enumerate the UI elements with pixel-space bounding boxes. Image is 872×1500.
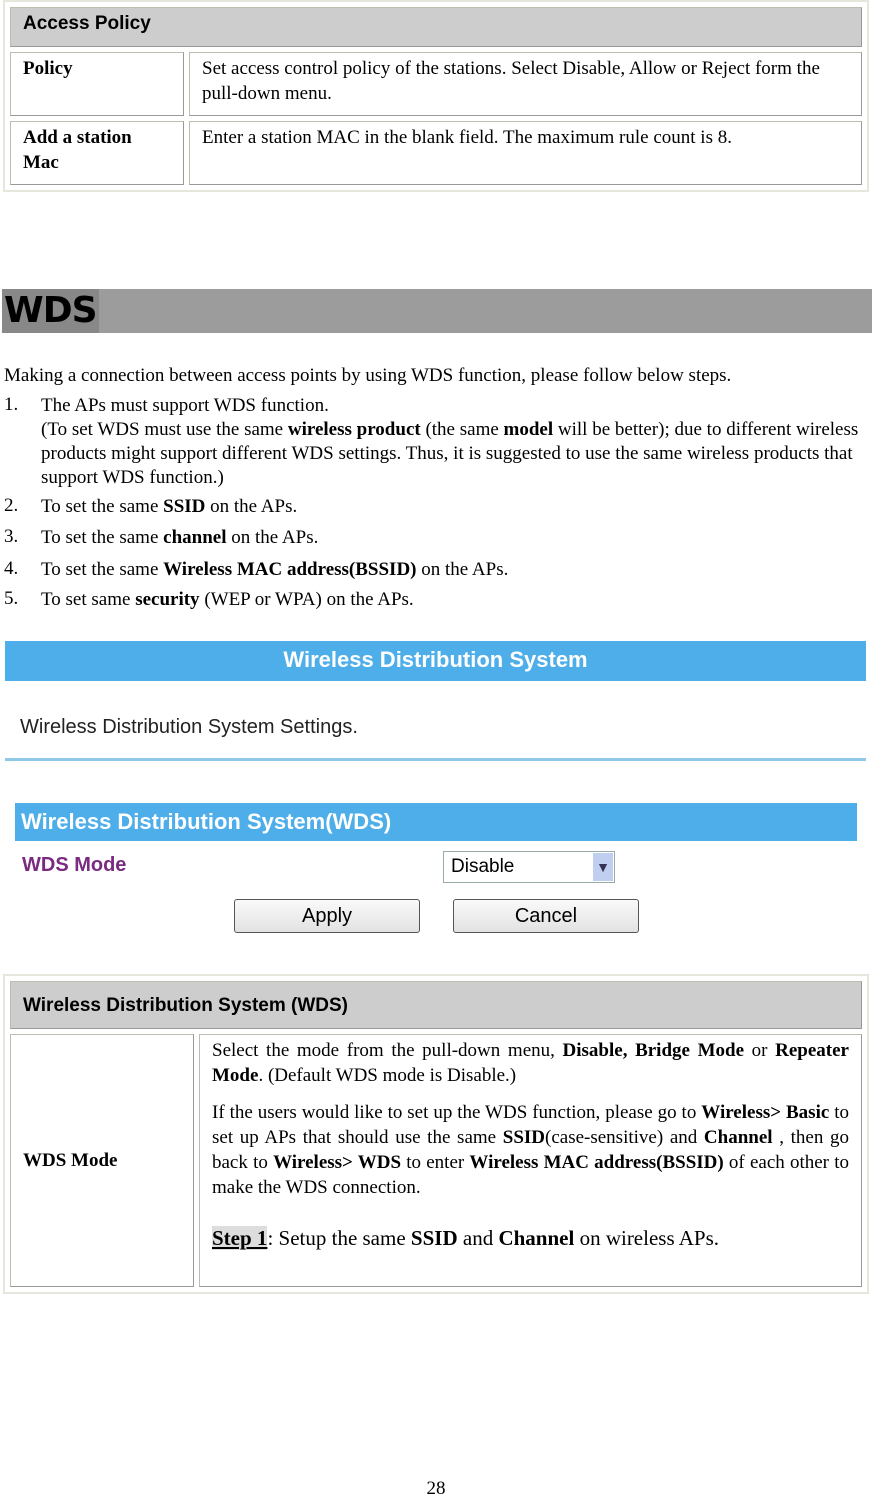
section-heading: WDS	[2, 289, 872, 333]
cancel-button[interactable]: Cancel	[453, 899, 639, 933]
text-segment: The APs must support WDS function.	[41, 395, 329, 416]
text-segment: Wireless> Basic	[701, 1102, 830, 1123]
row-label: Add a station Mac	[10, 121, 184, 185]
step-number: 1.	[4, 394, 19, 415]
setup-description: If the users would like to set up the WD…	[212, 1100, 849, 1200]
text-segment: on the APs.	[205, 496, 298, 517]
row-label: WDS Mode	[10, 1034, 194, 1287]
page-number: 28	[426, 1478, 446, 1499]
text-segment: To set the same	[41, 527, 164, 548]
text-segment: and	[457, 1226, 499, 1250]
text-segment: to enter	[401, 1152, 470, 1173]
wds-mode-label: WDS Mode	[22, 854, 127, 876]
text-segment: Channel	[498, 1226, 575, 1250]
text-segment: Channel	[703, 1127, 773, 1148]
text-segment: on the APs.	[226, 527, 319, 548]
text-segment: model	[503, 419, 554, 440]
text-segment: wireless product	[287, 419, 421, 440]
step-text: To set the same SSID on the APs.	[41, 495, 871, 519]
text-segment: on wireless APs.	[574, 1226, 719, 1250]
settings-subtitle: Wireless Distribution System Settings.	[20, 716, 358, 738]
apply-button[interactable]: Apply	[234, 899, 420, 933]
step-number: 2.	[4, 495, 19, 516]
text-segment: To set the same	[41, 496, 164, 517]
text-segment: Wireless MAC address(BSSID)	[163, 559, 417, 580]
step-text: To set the same Wireless MAC address(BSS…	[41, 558, 871, 582]
text-segment: SSID	[502, 1127, 545, 1148]
text-segment: security	[135, 589, 200, 610]
text-segment: To set the same	[41, 559, 164, 580]
text-segment: Step 1	[212, 1226, 268, 1250]
text-segment: Wireless> WDS	[273, 1152, 402, 1173]
step-text: The APs must support WDS function. (To se…	[41, 394, 871, 490]
text-segment: or	[744, 1040, 776, 1061]
table-header: Access Policy	[10, 7, 862, 47]
text-segment: Wireless MAC address(BSSID)	[469, 1152, 724, 1173]
wds-settings-screenshot: Wireless Distribution System Wireless Di…	[0, 640, 872, 945]
wds-description-table: Wireless Distribution System (WDS) WDS M…	[3, 974, 869, 1294]
step-text: To set the same channel on the APs.	[41, 526, 871, 550]
row-label: Policy	[10, 52, 184, 116]
wds-mode-select[interactable]: Disable ▼	[443, 851, 615, 883]
text-segment: SSID	[163, 496, 206, 517]
text-segment: . (Default WDS mode is Disable.)	[258, 1065, 517, 1086]
text-segment: : Setup the same	[267, 1226, 411, 1250]
chevron-down-icon[interactable]: ▼	[593, 853, 613, 881]
step-number: 5.	[4, 588, 19, 609]
access-policy-table: Access Policy Policy Set access control p…	[3, 0, 869, 192]
text-segment: If the users would like to set up the WD…	[212, 1102, 702, 1123]
step-number: 4.	[4, 558, 19, 579]
section-title: WDS	[2, 289, 99, 333]
selected-value: Disable	[451, 856, 515, 877]
text-segment: (case-sensitive) and	[545, 1127, 704, 1148]
step-text: To set same security (WEP or WPA) on the…	[41, 588, 871, 612]
text-segment: Disable, Bridge Mode	[562, 1040, 745, 1061]
table-header: Wireless Distribution System (WDS)	[10, 981, 862, 1029]
text-segment: Select the mode from the pull-down menu,	[212, 1040, 563, 1061]
row-description: Enter a station MAC in the blank field. …	[189, 121, 862, 185]
text-segment: (WEP or WPA) on the APs.	[199, 589, 414, 610]
text-segment: channel	[163, 527, 227, 548]
text-segment: SSID	[410, 1226, 458, 1250]
step-number: 3.	[4, 526, 19, 547]
text-segment: (the same	[420, 419, 504, 440]
banner: Wireless Distribution System	[5, 641, 866, 681]
section-bar: Wireless Distribution System(WDS)	[15, 803, 857, 841]
text-segment: To set same	[41, 589, 136, 610]
divider	[5, 758, 866, 761]
row-description: Set access control policy of the station…	[189, 52, 862, 116]
mode-description: Select the mode from the pull-down menu,…	[212, 1038, 849, 1088]
text-segment: on the APs.	[416, 559, 509, 580]
text-segment: (To set WDS must use the same	[41, 419, 288, 440]
step-1-description: Step 1: Setup the same SSID and Channel …	[212, 1226, 849, 1251]
intro-text: Making a connection between access point…	[4, 365, 732, 386]
